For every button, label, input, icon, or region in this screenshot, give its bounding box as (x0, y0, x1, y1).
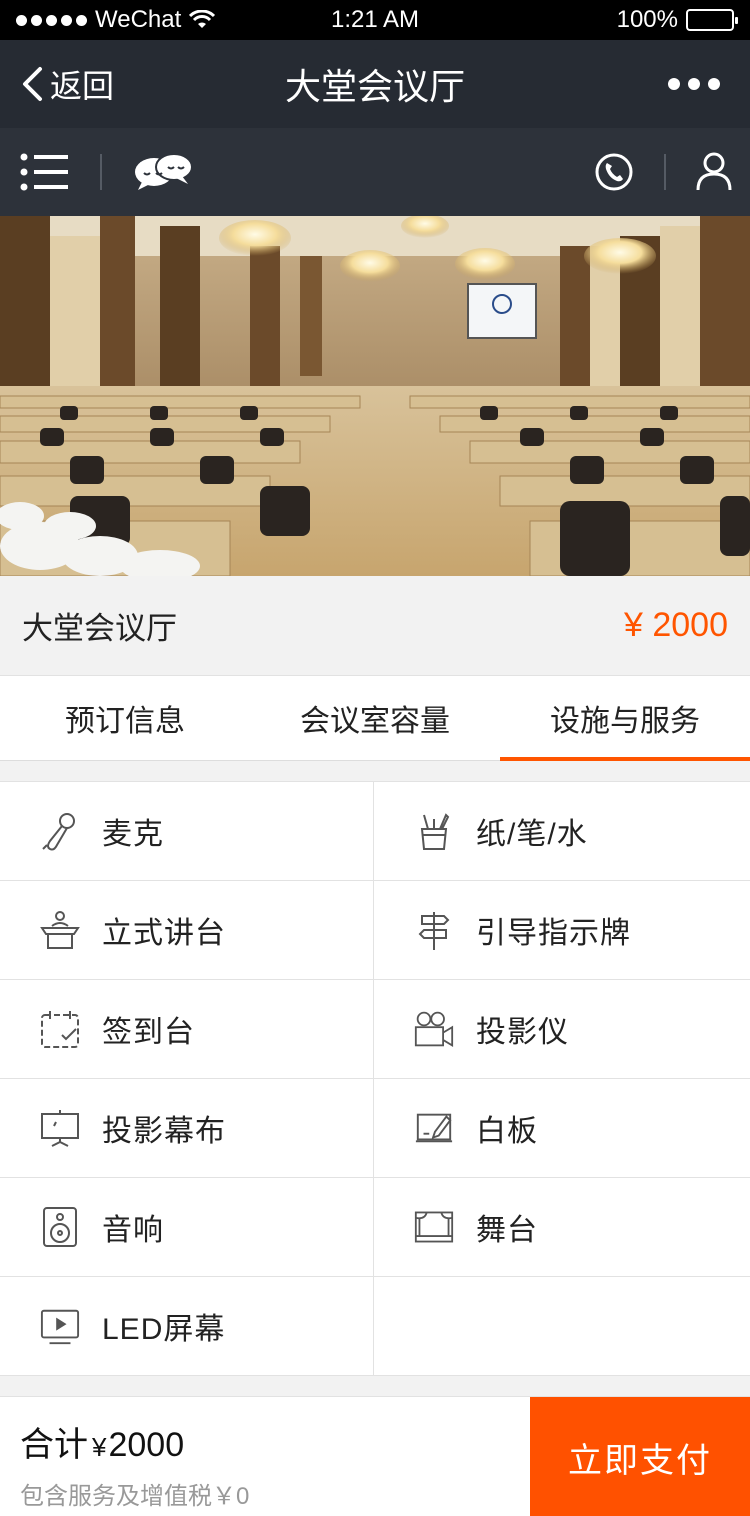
detail-tabs: 预订信息 会议室容量 设施与服务 (0, 676, 750, 761)
tax-note: 包含服务及增值税￥0 (20, 1483, 250, 1510)
wifi-icon (189, 10, 216, 28)
facility-item: 舞台 (374, 1178, 750, 1277)
facility-label: 纸/笔/水 (476, 818, 588, 851)
total-price: 合计 ¥2000 (20, 1417, 530, 1466)
battery-percent: 100% (616, 6, 678, 33)
projection-screen-icon (40, 1108, 80, 1148)
more-dot-icon (688, 78, 700, 90)
facility-item: 白板 (374, 1079, 750, 1178)
stage-icon (414, 1207, 454, 1247)
checkout-bar: 合计 ¥2000 包含服务及增值税￥0 立即支付 (0, 1396, 750, 1516)
signpost-icon (414, 910, 454, 950)
chevron-left-icon (23, 67, 42, 101)
status-bar: WeChat 1:21 AM 100% (0, 0, 750, 40)
carrier-signal: WeChat (16, 6, 216, 34)
facilities-grid: 麦克 纸/笔/水 立式讲台 引导指示牌 签到台 投影仪 投影幕布 白板 音响 舞… (0, 781, 750, 1376)
facility-item: 立式讲台 (0, 881, 374, 980)
signal-strength-icon (16, 14, 87, 26)
room-summary: 大堂会议厅 ¥ 2000 (0, 576, 750, 676)
total-amount: 2000 (108, 1426, 185, 1464)
speaker-icon (40, 1207, 80, 1247)
toolbar-divider (664, 154, 666, 190)
tab-room-capacity[interactable]: 会议室容量 (250, 676, 500, 760)
facility-label: 音响 (102, 1214, 164, 1247)
tab-booking-info[interactable]: 预订信息 (0, 676, 250, 760)
room-name: 大堂会议厅 (22, 611, 177, 646)
user-profile-icon[interactable] (696, 152, 732, 192)
facility-label: 签到台 (102, 1016, 195, 1049)
facility-item: 引导指示牌 (374, 881, 750, 980)
chat-bubbles-icon[interactable] (132, 152, 194, 192)
facility-label: LED屏幕 (102, 1313, 226, 1346)
facility-item: 麦克 (0, 782, 374, 881)
carrier-label: WeChat (95, 6, 182, 33)
led-screen-icon (40, 1306, 80, 1346)
back-button[interactable]: 返回 (20, 61, 114, 107)
facility-label: 麦克 (102, 818, 164, 851)
navigation-bar: 返回 大堂会议厅 (0, 40, 750, 128)
pen-cup-icon (414, 811, 454, 851)
total-currency: ¥ (92, 1432, 107, 1462)
facility-item: 签到台 (0, 980, 374, 1079)
facility-label: 白板 (476, 1115, 538, 1148)
facility-item: 音响 (0, 1178, 374, 1277)
facility-label: 立式讲台 (102, 917, 226, 950)
whiteboard-icon (414, 1108, 454, 1148)
total-label: 合计 (20, 1426, 88, 1464)
order-totals: 合计 ¥2000 包含服务及增值税￥0 (0, 1397, 530, 1516)
facility-item: LED屏幕 (0, 1277, 374, 1376)
more-dot-icon (668, 78, 680, 90)
podium-icon (40, 910, 80, 950)
menu-list-icon[interactable] (20, 152, 70, 192)
action-toolbar (0, 128, 750, 216)
pay-now-button[interactable]: 立即支付 (530, 1397, 750, 1516)
facility-label: 舞台 (476, 1214, 538, 1247)
microphone-icon (40, 811, 80, 851)
battery-icon (686, 9, 738, 31)
projector-icon (414, 1009, 454, 1049)
room-photo (0, 216, 750, 576)
more-dot-icon (708, 78, 720, 90)
sign-in-calendar-icon (40, 1009, 80, 1049)
room-price: ¥ 2000 (624, 606, 728, 644)
more-options-button[interactable] (658, 68, 730, 100)
phone-icon[interactable] (594, 152, 634, 192)
facility-label: 投影仪 (476, 1016, 569, 1049)
facility-item: 投影仪 (374, 980, 750, 1079)
conference-hall-image (0, 216, 750, 576)
toolbar-divider (100, 154, 102, 190)
facility-empty-cell (374, 1277, 750, 1376)
facility-item: 投影幕布 (0, 1079, 374, 1178)
tab-facilities-services[interactable]: 设施与服务 (500, 676, 750, 761)
facility-label: 引导指示牌 (476, 917, 631, 950)
facility-label: 投影幕布 (102, 1115, 226, 1148)
facility-item: 纸/笔/水 (374, 782, 750, 881)
back-label: 返回 (50, 68, 115, 104)
